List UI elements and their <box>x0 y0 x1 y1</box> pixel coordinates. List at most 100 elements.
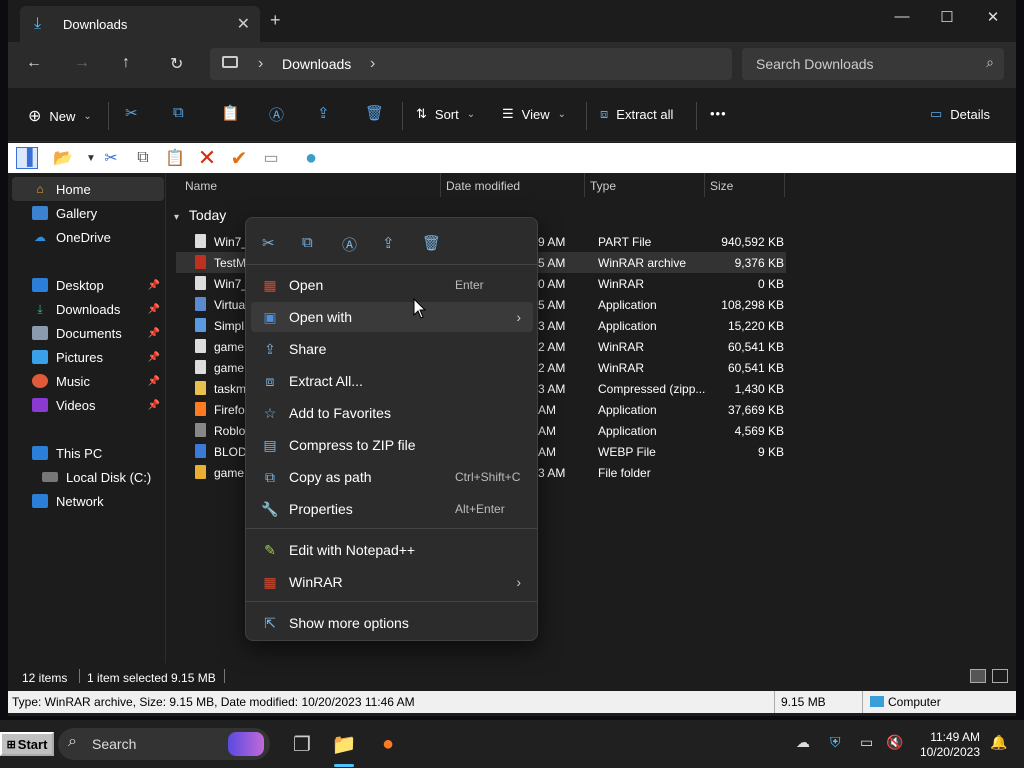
cut-icon[interactable]: ✂ <box>125 104 138 122</box>
view-button[interactable]: ☰ View ⌄ <box>502 106 566 122</box>
share-icon[interactable]: ⇪ <box>382 234 395 252</box>
menu-item-open-with[interactable]: ▣ Open with › <box>251 302 533 332</box>
delete-x-icon[interactable]: ✕ <box>196 145 218 170</box>
column-header-date[interactable]: Date modified <box>446 179 520 193</box>
tab-title: Downloads <box>63 17 128 32</box>
rename-icon[interactable]: Ⓐ <box>342 234 357 255</box>
sidebar-item-desktop[interactable]: Desktop 📌 <box>12 273 164 297</box>
cut-icon[interactable]: ✂ <box>100 147 122 169</box>
column-divider[interactable] <box>440 173 441 197</box>
search-input[interactable]: Search Downloads ⌕ <box>742 48 1004 80</box>
close-button[interactable]: ✕ <box>981 8 1005 26</box>
pin-icon[interactable]: 📌 <box>148 400 160 411</box>
chevron-down-icon[interactable]: ▼ <box>80 147 102 169</box>
address-bar[interactable]: › Downloads › <box>210 48 732 80</box>
breadcrumb-chevron-icon[interactable]: › <box>370 55 375 73</box>
pin-icon[interactable]: 📌 <box>148 376 160 387</box>
forward-button[interactable]: → <box>74 54 90 72</box>
paste-icon[interactable]: 📋 <box>164 147 186 169</box>
copy-icon[interactable]: ⧉ <box>132 147 154 169</box>
pin-icon[interactable]: 📌 <box>148 352 160 363</box>
menu-item-add-to-favorites[interactable]: ☆ Add to Favorites <box>251 398 533 428</box>
up-button[interactable]: ↑ <box>122 54 130 72</box>
menu-item-open[interactable]: ▦ Open Enter <box>251 270 533 300</box>
new-tab-button[interactable]: + <box>270 10 281 31</box>
file-icon <box>195 402 206 416</box>
pane-toggle-icon[interactable]: ▐ <box>16 147 38 169</box>
copy-icon[interactable]: ⧉ <box>173 104 184 121</box>
menu-item-edit-with-notepad[interactable]: ✎ Edit with Notepad++ <box>251 535 533 565</box>
onedrive-tray-icon[interactable]: ☁ <box>796 734 810 751</box>
file-explorer-taskbar-icon[interactable]: 📁 <box>326 728 362 760</box>
pin-icon[interactable]: 📌 <box>148 280 160 291</box>
sidebar-item-network[interactable]: Network <box>12 489 164 513</box>
defender-icon[interactable]: ⛨ <box>830 734 841 751</box>
column-divider[interactable] <box>784 173 785 197</box>
extract-all-button[interactable]: ⧈ Extract all <box>600 106 673 122</box>
file-type: Application <box>598 319 657 333</box>
column-header-type[interactable]: Type <box>590 179 616 193</box>
maximize-button[interactable]: ☐ <box>935 8 959 26</box>
group-header-today[interactable]: ▾ Today <box>174 207 226 223</box>
properties-icon[interactable]: ▭ <box>260 147 282 169</box>
file-name: BLOD <box>214 445 247 459</box>
menu-item-compress-to-zip-file[interactable]: ▤ Compress to ZIP file <box>251 430 533 460</box>
menu-item-copy-as-path[interactable]: ⧉ Copy as path Ctrl+Shift+C <box>251 462 533 492</box>
pin-icon[interactable]: 📌 <box>148 328 160 339</box>
sidebar-item-this-pc[interactable]: This PC <box>12 441 164 465</box>
menu-item-properties[interactable]: 🔧 Properties Alt+Enter <box>251 494 533 524</box>
paste-icon[interactable]: 📋 <box>221 104 240 122</box>
sidebar-item-local-disk[interactable]: Local Disk (C:) <box>12 465 164 489</box>
column-divider[interactable] <box>584 173 585 197</box>
folder-options-icon[interactable]: 📂 <box>52 147 74 169</box>
tab-downloads[interactable]: ⤓ Downloads ✕ <box>20 6 260 42</box>
column-header-size[interactable]: Size <box>710 179 733 193</box>
clock-date[interactable]: 10/20/2023 <box>916 745 980 759</box>
file-icon <box>195 276 206 290</box>
firefox-icon[interactable]: ● <box>370 728 406 760</box>
refresh-button[interactable]: ↻ <box>170 54 183 74</box>
cut-icon[interactable]: ✂ <box>262 234 275 252</box>
sidebar-item-pictures[interactable]: Pictures 📌 <box>12 345 164 369</box>
menu-item-extract-all[interactable]: ⧈ Extract All... <box>251 366 533 396</box>
menu-item-winrar[interactable]: ▦ WinRAR › <box>251 567 533 597</box>
volume-icon[interactable]: 🔇 <box>886 734 903 751</box>
copy-icon[interactable]: ⧉ <box>302 234 313 251</box>
sidebar-item-documents[interactable]: Documents 📌 <box>12 321 164 345</box>
breadcrumb-downloads[interactable]: Downloads <box>282 56 351 72</box>
taskbar-search[interactable]: ⌕ Search <box>58 728 270 760</box>
see-more-button[interactable]: ••• <box>710 106 727 121</box>
globe-icon[interactable]: ● <box>300 147 322 169</box>
delete-icon[interactable]: 🗑 <box>422 234 441 252</box>
sidebar-item-onedrive[interactable]: ☁ OneDrive <box>12 225 164 249</box>
new-button[interactable]: ⊕ New ⌄ <box>28 106 92 126</box>
sort-button[interactable]: ⇅ Sort ⌄ <box>416 106 475 122</box>
sidebar-item-music[interactable]: Music 📌 <box>12 369 164 393</box>
network-tray-icon[interactable]: ▭ <box>860 734 873 751</box>
share-icon[interactable]: ⇪ <box>317 104 330 122</box>
sidebar-item-downloads[interactable]: ⤓ Downloads 📌 <box>12 297 164 321</box>
pin-icon[interactable]: 📌 <box>148 304 160 315</box>
start-button[interactable]: ⊞ Start <box>0 732 54 756</box>
sidebar-item-home[interactable]: ⌂ Home <box>12 177 164 201</box>
computer-icon <box>870 696 884 707</box>
minimize-button[interactable]: — <box>890 8 914 25</box>
menu-item-share[interactable]: ⇪ Share <box>251 334 533 364</box>
delete-icon[interactable]: 🗑 <box>365 104 384 122</box>
file-size: 108,298 KB <box>721 298 784 312</box>
details-button[interactable]: ▭ Details <box>930 106 990 122</box>
sidebar-item-videos[interactable]: Videos 📌 <box>12 393 164 417</box>
close-tab-icon[interactable]: ✕ <box>237 14 250 34</box>
sidebar-item-gallery[interactable]: Gallery <box>12 201 164 225</box>
large-icons-view-icon[interactable] <box>992 669 1008 683</box>
back-button[interactable]: ← <box>26 54 42 72</box>
notification-bell-icon[interactable]: 🔔 <box>990 734 1007 751</box>
checkmark-icon[interactable]: ✔ <box>228 147 250 170</box>
task-view-icon[interactable]: ❐ <box>284 728 320 760</box>
column-divider[interactable] <box>704 173 705 197</box>
details-view-icon[interactable] <box>970 669 986 683</box>
rename-icon[interactable]: Ⓐ <box>269 104 284 125</box>
menu-item-show-more-options[interactable]: ⇱ Show more options <box>251 608 533 638</box>
column-header-name[interactable]: Name <box>185 179 217 193</box>
clock-time[interactable]: 11:49 AM <box>916 730 980 744</box>
